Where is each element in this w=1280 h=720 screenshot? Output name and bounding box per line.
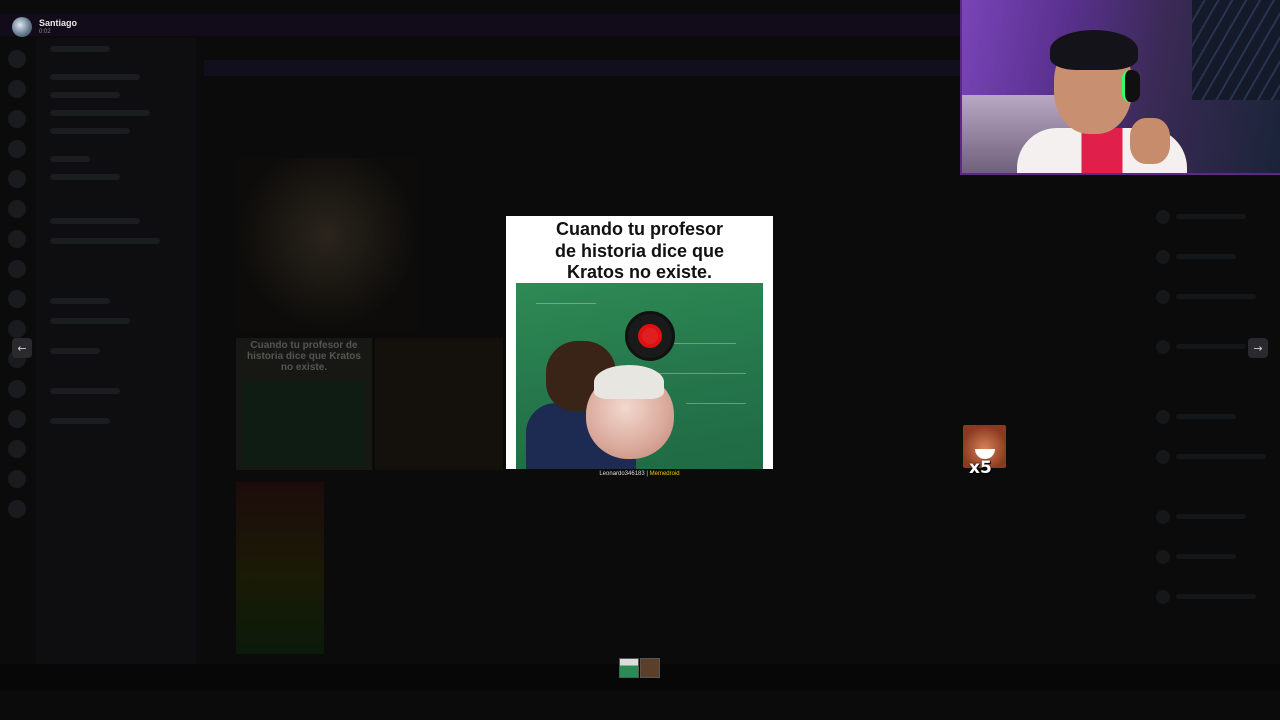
webcam-overlay	[960, 0, 1280, 175]
member-list	[1148, 190, 1278, 630]
chat-image-thumbnail: Cuando tu profesor de historia dice que …	[236, 338, 372, 470]
credit-site: Memedroid	[649, 471, 680, 477]
uploader-info: Santiago 0:02	[12, 17, 77, 37]
user-subtext: 0:02	[39, 29, 51, 35]
avatar	[12, 17, 32, 37]
thumbnail-caption: Cuando tu profesor de historia dice que …	[247, 340, 361, 373]
notice-banner	[204, 60, 960, 76]
chat-image-thumbnail	[236, 158, 418, 330]
top-bar	[0, 14, 960, 36]
next-image-button[interactable]: →	[1248, 338, 1268, 358]
image-credit: Leonardo346183 | Memedroid	[506, 471, 773, 477]
user-name: Santiago	[39, 18, 78, 28]
chat-image-thumbnail	[236, 482, 324, 654]
meme-image: Cuando tu profesor de historia dice que …	[506, 216, 773, 469]
filmstrip-thumbnail[interactable]	[619, 658, 639, 678]
channel-panel	[36, 38, 196, 678]
image-filmstrip	[619, 658, 660, 678]
caption-line: Cuando tu profesor	[556, 219, 723, 239]
server-rail	[0, 40, 34, 680]
chat-image-thumbnail	[375, 338, 503, 470]
emote-combo-count: x5	[969, 458, 992, 478]
arrow-left-icon: ←	[17, 341, 27, 355]
arrow-right-icon: →	[1253, 341, 1263, 355]
credit-user: Leonardo346183 |	[599, 471, 648, 477]
caption-line: de historia dice que	[554, 240, 725, 261]
meme-caption: Cuando tu profesor de historia dice que …	[506, 219, 773, 284]
record-icon	[625, 311, 675, 361]
caption-line: Kratos no existe.	[566, 262, 713, 282]
previous-image-button[interactable]: ←	[12, 338, 32, 358]
filmstrip-thumbnail[interactable]	[640, 658, 660, 678]
headset-icon	[1122, 70, 1140, 102]
meme-photo	[516, 283, 763, 469]
